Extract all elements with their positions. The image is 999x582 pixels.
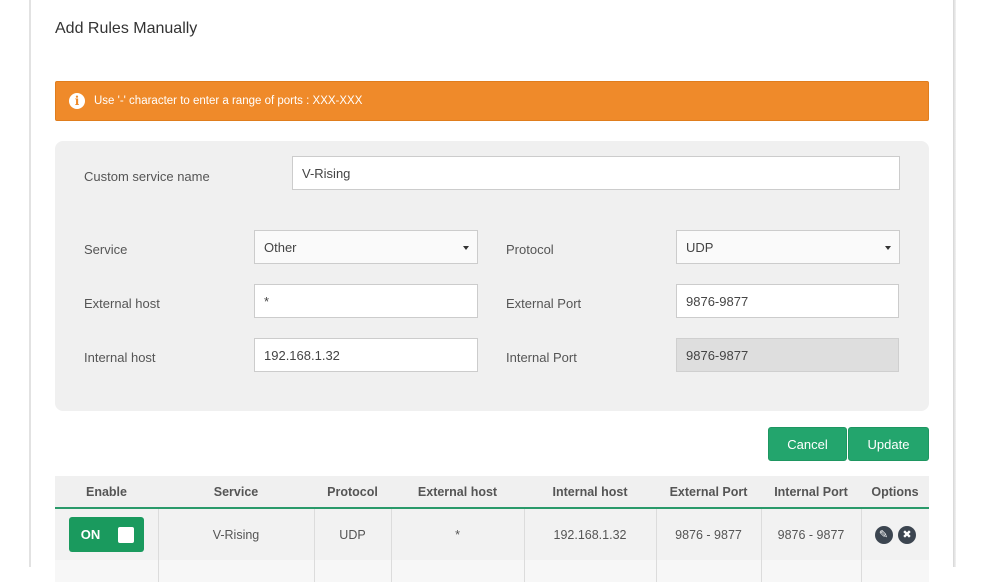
- cell-empty: [524, 560, 657, 582]
- cell-empty: [55, 560, 159, 582]
- service-select[interactable]: Other: [254, 230, 478, 264]
- internal-host-value: 192.168.1.32: [264, 347, 340, 363]
- toggle-knob: [117, 526, 134, 543]
- alert-text: Use '-' character to enter a range of po…: [94, 95, 363, 107]
- page-title: Add Rules Manually: [55, 20, 198, 37]
- custom-service-name-value: V-Rising: [302, 165, 351, 181]
- internal-port-input: 9876-9877: [676, 338, 899, 372]
- table-row: [55, 560, 929, 582]
- external-port-input[interactable]: 9876-9877: [676, 284, 899, 318]
- column-header-service: Service: [158, 476, 314, 509]
- custom-service-name-input[interactable]: V-Rising: [292, 156, 900, 190]
- cell-empty: [761, 560, 862, 582]
- update-button[interactable]: Update: [848, 427, 929, 461]
- cell-enable: ON: [55, 508, 159, 560]
- cell-empty: [656, 560, 762, 582]
- protocol-label: Protocol: [506, 242, 554, 257]
- custom-service-name-label: Custom service name: [84, 169, 210, 184]
- table-row: ON V-Rising UDP * 192.168.1.32 9876 - 98…: [55, 508, 929, 560]
- cell-empty: [158, 560, 315, 582]
- rules-table: Enable Service Protocol External host In…: [55, 476, 929, 582]
- service-label: Service: [84, 242, 128, 257]
- cancel-button[interactable]: Cancel: [768, 427, 847, 461]
- cell-options: ✎ ✖: [861, 508, 929, 560]
- column-header-internal-port: Internal Port: [761, 476, 861, 509]
- internal-host-label: Internal host: [84, 350, 156, 365]
- internal-host-input[interactable]: 192.168.1.32: [254, 338, 478, 372]
- external-port-value: 9876-9877: [686, 293, 749, 309]
- internal-port-label: Internal Port: [506, 350, 577, 365]
- pencil-icon[interactable]: ✎: [874, 525, 893, 544]
- cell-internal-host: 192.168.1.32: [524, 508, 657, 560]
- protocol-select[interactable]: UDP: [676, 230, 900, 264]
- internal-port-value: 9876-9877: [686, 347, 749, 363]
- external-host-value: *: [264, 293, 270, 309]
- cell-empty: [861, 560, 929, 582]
- column-header-enable: Enable: [55, 476, 158, 509]
- column-header-internal-host: Internal host: [524, 476, 656, 509]
- cell-empty: [391, 560, 525, 582]
- cell-external-host: *: [391, 508, 525, 560]
- column-header-options: Options: [861, 476, 929, 509]
- info-icon: i: [69, 93, 85, 109]
- cell-empty: [314, 560, 392, 582]
- service-value: Other: [264, 239, 297, 255]
- external-port-label: External Port: [506, 296, 582, 311]
- enable-toggle[interactable]: ON: [68, 517, 144, 552]
- table-header-row: Enable Service Protocol External host In…: [55, 476, 929, 509]
- close-icon[interactable]: ✖: [897, 525, 916, 544]
- info-alert: i Use '-' character to enter a range of …: [55, 81, 929, 121]
- column-header-protocol: Protocol: [314, 476, 391, 509]
- external-host-input[interactable]: *: [254, 284, 478, 318]
- cell-external-port: 9876 - 9877: [656, 508, 762, 560]
- cell-protocol: UDP: [314, 508, 392, 560]
- cell-service: V-Rising: [158, 508, 315, 560]
- column-header-external-port: External Port: [656, 476, 761, 509]
- cell-internal-port: 9876 - 9877: [761, 508, 862, 560]
- caret-down-icon: [885, 246, 891, 250]
- caret-down-icon: [463, 246, 469, 250]
- protocol-value: UDP: [686, 239, 714, 255]
- column-header-external-host: External host: [391, 476, 524, 509]
- external-host-label: External host: [84, 296, 160, 311]
- page-right-border: [953, 0, 956, 567]
- toggle-label: ON: [80, 527, 101, 542]
